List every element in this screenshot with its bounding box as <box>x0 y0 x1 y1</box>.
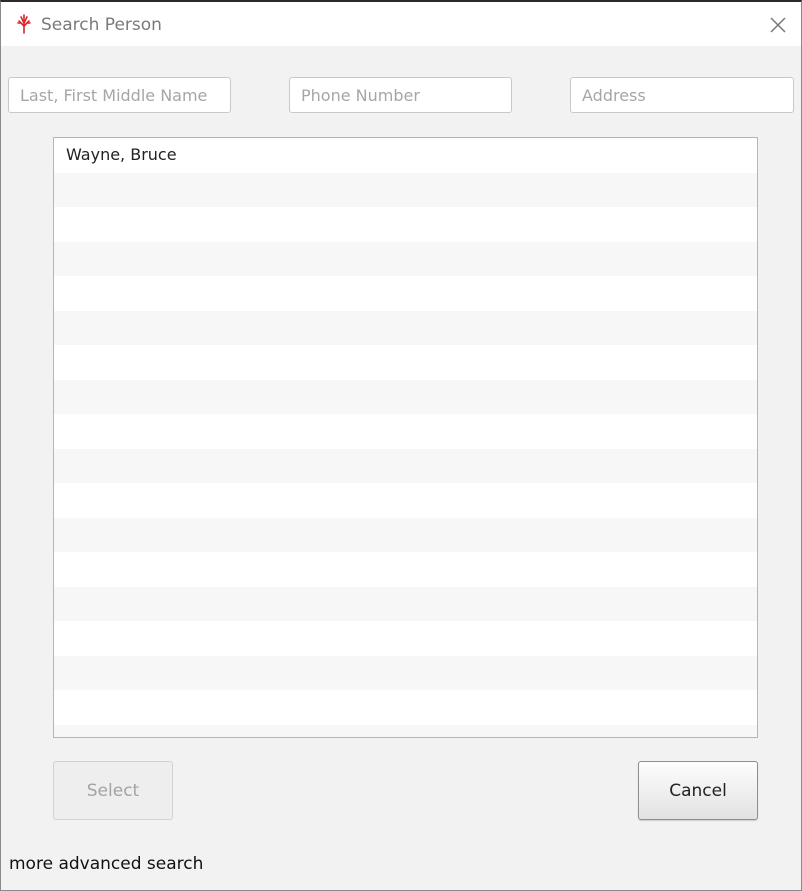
empty-row <box>54 724 757 737</box>
empty-row <box>54 448 757 483</box>
empty-row <box>54 241 757 276</box>
empty-row <box>54 172 757 207</box>
close-icon[interactable] <box>765 12 791 38</box>
empty-row <box>54 207 757 242</box>
cancel-button[interactable]: Cancel <box>638 761 758 820</box>
empty-row <box>54 690 757 725</box>
name-search-input[interactable] <box>8 77 231 113</box>
window-title: Search Person <box>41 15 162 35</box>
title-bar: Search Person <box>1 2 801 46</box>
select-button[interactable]: Select <box>53 761 173 820</box>
address-search-input[interactable] <box>570 77 794 113</box>
empty-row <box>54 552 757 587</box>
search-person-dialog: Search Person Wayne, Bruce Select Cancel… <box>0 0 802 891</box>
phone-search-input[interactable] <box>289 77 512 113</box>
empty-row <box>54 655 757 690</box>
results-list[interactable]: Wayne, Bruce <box>53 137 758 738</box>
empty-row <box>54 517 757 552</box>
app-logo-icon <box>15 14 33 34</box>
empty-row <box>54 621 757 656</box>
empty-row <box>54 483 757 518</box>
empty-row <box>54 586 757 621</box>
empty-row <box>54 310 757 345</box>
empty-row <box>54 414 757 449</box>
empty-row <box>54 379 757 414</box>
empty-row <box>54 276 757 311</box>
advanced-search-link[interactable]: more advanced search <box>9 854 203 874</box>
list-item[interactable]: Wayne, Bruce <box>54 138 757 173</box>
empty-row <box>54 345 757 380</box>
